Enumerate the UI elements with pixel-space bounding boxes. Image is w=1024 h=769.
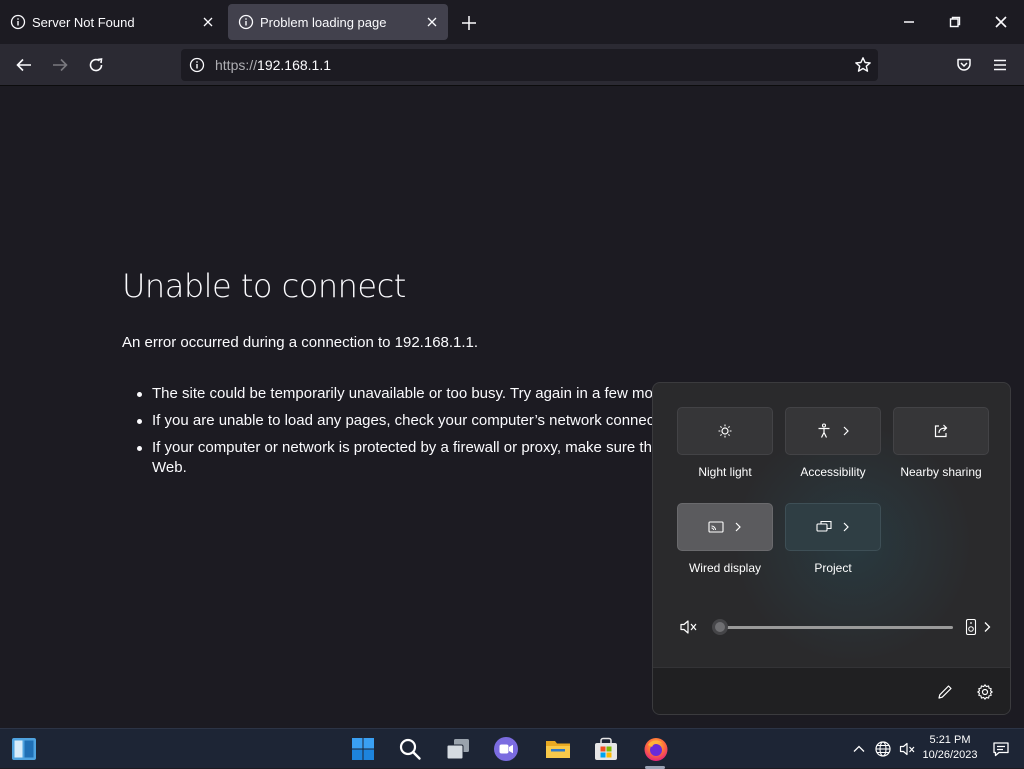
night-light-toggle[interactable] — [677, 407, 773, 455]
volume-slider-thumb[interactable] — [712, 619, 728, 635]
volume-muted-icon[interactable] — [899, 740, 917, 758]
tab-title: Problem loading page — [260, 14, 387, 30]
notification-center-icon[interactable] — [992, 740, 1010, 758]
volume-muted-icon[interactable] — [679, 618, 699, 636]
chevron-right-icon[interactable] — [982, 620, 992, 634]
navigation-toolbar: https://192.168.1.1 — [0, 44, 1024, 86]
volume-slider-track[interactable] — [719, 626, 953, 629]
search-icon[interactable] — [396, 735, 424, 763]
close-tab-icon[interactable] — [424, 14, 440, 30]
url-scheme: https:// — [215, 57, 258, 73]
bookmark-star-icon[interactable] — [854, 56, 872, 74]
restore-button[interactable] — [932, 0, 978, 44]
forward-button[interactable] — [48, 53, 72, 77]
cast-icon — [707, 518, 725, 536]
site-info-icon[interactable] — [189, 57, 205, 73]
start-windows-icon[interactable] — [349, 735, 377, 763]
chevron-up-icon[interactable] — [850, 740, 868, 758]
project-tile[interactable] — [785, 503, 881, 551]
error-description: An error occurred during a connection to… — [122, 334, 479, 351]
brightness-icon — [716, 422, 734, 440]
info-icon — [238, 14, 254, 30]
accessibility-tile[interactable] — [785, 407, 881, 455]
microsoft-store-icon[interactable] — [592, 735, 620, 763]
quick-settings-footer — [653, 667, 1010, 714]
nearby-sharing-label: Nearby sharing — [900, 465, 982, 479]
nearby-sharing-toggle[interactable] — [893, 407, 989, 455]
error-title: Unable to connect — [122, 267, 406, 305]
tab-strip: Server Not Found Problem loading page — [0, 0, 1024, 44]
night-light-label: Night light — [698, 465, 752, 479]
chevron-right-icon — [733, 521, 743, 533]
taskbar: 5:21 PM 10/26/2023 — [0, 728, 1024, 769]
settings-gear-icon[interactable] — [976, 683, 994, 701]
edit-pencil-icon[interactable] — [936, 683, 954, 701]
new-tab-plus-icon[interactable] — [458, 12, 480, 34]
info-icon — [10, 14, 26, 30]
accessibility-icon — [815, 422, 833, 440]
back-button[interactable] — [12, 53, 36, 77]
tab-title: Server Not Found — [32, 14, 135, 30]
chevron-right-icon — [841, 425, 851, 437]
clock-date: 10/26/2023 — [922, 749, 978, 761]
reload-button[interactable] — [84, 53, 108, 77]
minimize-button[interactable] — [886, 0, 932, 44]
firefox-icon[interactable] — [642, 735, 670, 763]
url-text[interactable]: https://192.168.1.1 — [215, 57, 331, 73]
tab-problem-loading-page[interactable]: Problem loading page — [228, 4, 448, 40]
accessibility-label: Accessibility — [800, 465, 866, 479]
quick-settings-panel: Night light Accessibility Nearby sharing… — [652, 382, 1011, 715]
teams-chat-icon[interactable] — [492, 735, 520, 763]
widgets-icon[interactable] — [10, 735, 38, 763]
wired-display-tile[interactable] — [677, 503, 773, 551]
wired-display-label: Wired display — [688, 561, 762, 575]
close-tab-icon[interactable] — [200, 14, 216, 30]
url-host: 192.168.1.1 — [257, 57, 331, 73]
network-globe-icon[interactable] — [874, 740, 892, 758]
url-bar[interactable]: https://192.168.1.1 — [181, 49, 878, 81]
system-clock[interactable]: 5:21 PM 10/26/2023 — [916, 733, 984, 763]
close-window-button[interactable] — [978, 0, 1024, 44]
clock-time: 5:21 PM — [929, 734, 971, 746]
pocket-button[interactable] — [952, 53, 976, 77]
project-icon — [815, 518, 833, 536]
tab-server-not-found[interactable]: Server Not Found — [0, 4, 224, 40]
chevron-right-icon — [841, 521, 851, 533]
audio-output-speaker-icon[interactable] — [965, 618, 977, 636]
project-label: Project — [814, 561, 852, 575]
task-view-icon[interactable] — [444, 735, 472, 763]
file-explorer-icon[interactable] — [544, 735, 572, 763]
app-menu-button[interactable] — [988, 53, 1012, 77]
share-icon — [932, 422, 950, 440]
